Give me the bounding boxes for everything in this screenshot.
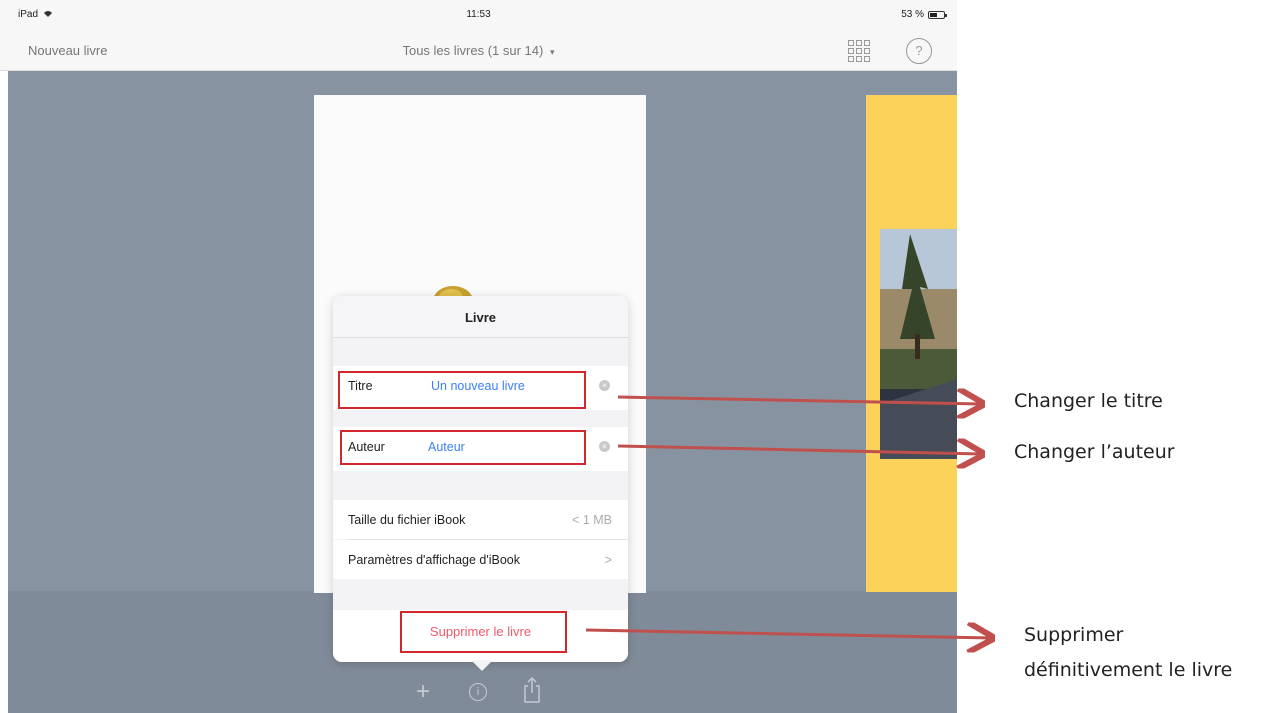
book-info-popover: Livre Titre Un nouveau livre × Auteur Au… [333, 296, 628, 662]
file-size-label: Taille du fichier iBook [348, 513, 466, 527]
help-icon[interactable]: ? [906, 38, 932, 64]
status-bar: iPad 11:53 53 % [0, 0, 957, 30]
landscape-photo [880, 229, 957, 459]
nav-bar: Nouveau livre Tous les livres (1 sur 14)… [0, 30, 957, 71]
display-settings-label: Paramètres d'affichage d'iBook [348, 553, 521, 567]
display-settings-row[interactable]: Paramètres d'affichage d'iBook > [333, 540, 628, 579]
annotation-delete-line2: définitivement le livre [1024, 659, 1233, 681]
author-highlight-box [340, 430, 586, 465]
chevron-right-icon: > [604, 553, 612, 567]
status-time: 11:53 [466, 9, 491, 20]
delete-highlight-box [400, 611, 567, 653]
caret-down-icon: ▾ [549, 47, 555, 57]
popover-title: Livre [333, 296, 628, 338]
file-size-row: Taille du fichier iBook < 1 MB [333, 500, 628, 539]
share-icon[interactable] [522, 676, 542, 704]
annotation-change-author: Changer l’auteur [1014, 441, 1175, 463]
battery-icon [928, 10, 947, 19]
all-books-label: Tous les livres (1 sur 14) [402, 43, 544, 58]
add-page-icon[interactable]: + [416, 680, 430, 704]
file-size-value: < 1 MB [572, 513, 612, 527]
popover-arrow [471, 660, 493, 671]
title-highlight-box [338, 371, 586, 409]
annotation-delete-line1: Supprimer [1024, 624, 1124, 646]
clear-author-icon[interactable]: × [599, 441, 610, 452]
annotation-change-title: Changer le titre [1014, 390, 1163, 412]
status-right: 53 % [901, 9, 947, 20]
info-icon[interactable]: i [469, 683, 487, 701]
battery-percent: 53 % [901, 9, 924, 20]
clear-title-icon[interactable]: × [599, 380, 610, 391]
grid-view-icon[interactable] [846, 38, 872, 64]
all-books-menu[interactable]: Tous les livres (1 sur 14) ▾ [0, 43, 957, 58]
ipad-screen: iPad 11:53 53 % Nouveau livre Tous les l… [0, 0, 957, 713]
